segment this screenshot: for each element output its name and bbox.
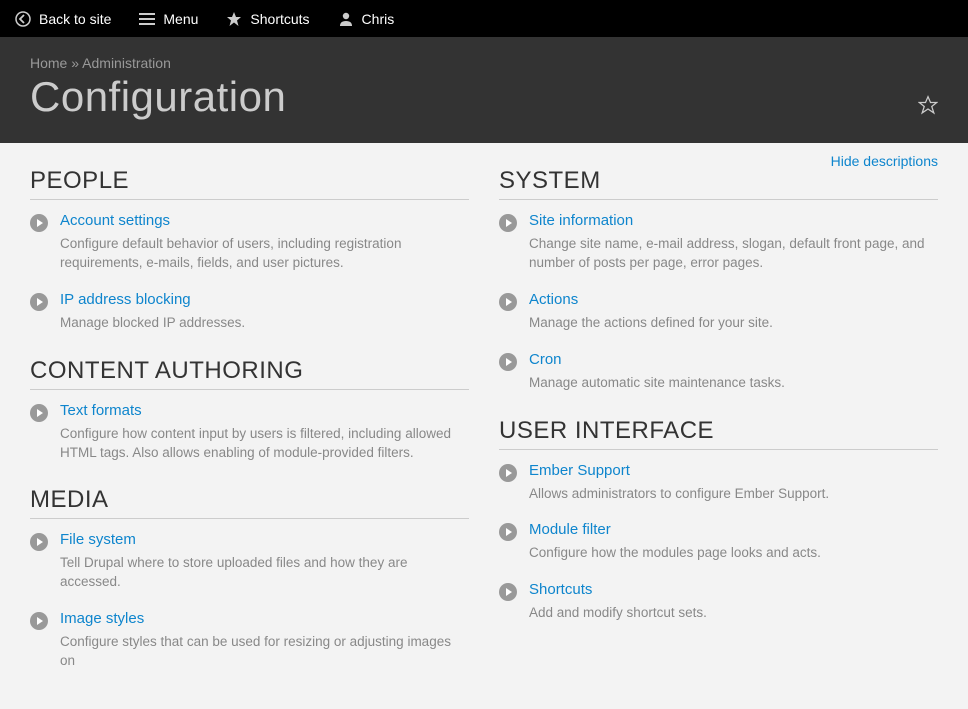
config-description: Configure how content input by users is … bbox=[60, 425, 469, 463]
play-bullet-icon bbox=[499, 464, 517, 482]
config-item-body: Site information Change site name, e-mail… bbox=[529, 212, 938, 273]
config-description: Configure how the modules page looks and… bbox=[529, 544, 938, 563]
config-item: Account settings Configure default behavi… bbox=[30, 212, 469, 273]
config-item: Ember Support Allows administrators to co… bbox=[499, 462, 938, 504]
config-item: Site information Change site name, e-mail… bbox=[499, 212, 938, 273]
config-description: Change site name, e-mail address, slogan… bbox=[529, 235, 938, 273]
back-to-site-label: Back to site bbox=[39, 11, 111, 27]
config-item-body: Account settings Configure default behavi… bbox=[60, 212, 469, 273]
hide-descriptions-link[interactable]: Hide descriptions bbox=[831, 153, 938, 169]
config-item-body: Shortcuts Add and modify shortcut sets. bbox=[529, 581, 938, 623]
config-link[interactable]: Image styles bbox=[60, 610, 469, 627]
breadcrumb-sep: » bbox=[67, 55, 82, 71]
config-item-body: IP address blocking Manage blocked IP add… bbox=[60, 291, 469, 333]
config-description: Allows administrators to configure Ember… bbox=[529, 485, 938, 504]
section-title: CONTENT AUTHORING bbox=[30, 357, 469, 390]
page-header: Home » Administration Configuration bbox=[0, 37, 968, 143]
play-bullet-icon bbox=[499, 293, 517, 311]
config-description: Configure default behavior of users, inc… bbox=[60, 235, 469, 273]
play-bullet-icon bbox=[499, 214, 517, 232]
play-bullet-icon bbox=[30, 612, 48, 630]
config-description: Configure styles that can be used for re… bbox=[60, 633, 469, 671]
config-description: Add and modify shortcut sets. bbox=[529, 604, 938, 623]
config-item: Cron Manage automatic site maintenance ta… bbox=[499, 351, 938, 393]
config-item: Actions Manage the actions defined for yo… bbox=[499, 291, 938, 333]
user-icon bbox=[338, 11, 354, 27]
play-bullet-icon bbox=[499, 583, 517, 601]
star-outline-icon bbox=[918, 95, 938, 115]
hamburger-icon bbox=[139, 12, 155, 26]
play-bullet-icon bbox=[499, 523, 517, 541]
play-bullet-icon bbox=[30, 293, 48, 311]
admin-toolbar: Back to site Menu Shortcuts Chris bbox=[0, 0, 968, 37]
config-item-body: Image styles Configure styles that can be… bbox=[60, 610, 469, 671]
config-link[interactable]: Site information bbox=[529, 212, 938, 229]
config-item: File system Tell Drupal where to store up… bbox=[30, 531, 469, 592]
config-item: Image styles Configure styles that can be… bbox=[30, 610, 469, 671]
star-icon bbox=[226, 11, 242, 27]
config-link[interactable]: Text formats bbox=[60, 402, 469, 419]
play-bullet-icon bbox=[499, 353, 517, 371]
config-link[interactable]: Cron bbox=[529, 351, 938, 368]
config-item: IP address blocking Manage blocked IP add… bbox=[30, 291, 469, 333]
config-item: Text formats Configure how content input … bbox=[30, 402, 469, 463]
config-description: Manage blocked IP addresses. bbox=[60, 314, 469, 333]
arrow-left-icon bbox=[15, 11, 31, 27]
config-item-body: File system Tell Drupal where to store up… bbox=[60, 531, 469, 592]
config-description: Manage automatic site maintenance tasks. bbox=[529, 374, 938, 393]
play-bullet-icon bbox=[30, 404, 48, 422]
config-columns: PEOPLE Account settings Configure default … bbox=[30, 161, 938, 689]
content-area: Hide descriptions PEOPLE Account settings… bbox=[0, 143, 968, 709]
config-link[interactable]: Account settings bbox=[60, 212, 469, 229]
config-link[interactable]: Shortcuts bbox=[529, 581, 938, 598]
config-link[interactable]: Actions bbox=[529, 291, 938, 308]
config-description: Tell Drupal where to store uploaded file… bbox=[60, 554, 469, 592]
section-title: PEOPLE bbox=[30, 167, 469, 200]
config-item: Module filter Configure how the modules p… bbox=[499, 521, 938, 563]
user-button[interactable]: Chris bbox=[338, 11, 395, 27]
user-label: Chris bbox=[362, 11, 395, 27]
breadcrumb-home[interactable]: Home bbox=[30, 55, 67, 71]
config-item-body: Cron Manage automatic site maintenance ta… bbox=[529, 351, 938, 393]
config-link[interactable]: Ember Support bbox=[529, 462, 938, 479]
back-to-site-button[interactable]: Back to site bbox=[15, 11, 111, 27]
section-title: MEDIA bbox=[30, 486, 469, 519]
config-item: Shortcuts Add and modify shortcut sets. bbox=[499, 581, 938, 623]
config-item-body: Text formats Configure how content input … bbox=[60, 402, 469, 463]
left-column: PEOPLE Account settings Configure default … bbox=[30, 161, 469, 689]
shortcuts-label: Shortcuts bbox=[250, 11, 309, 27]
section-title: USER INTERFACE bbox=[499, 417, 938, 450]
config-item-body: Ember Support Allows administrators to co… bbox=[529, 462, 938, 504]
breadcrumb: Home » Administration bbox=[30, 55, 938, 71]
config-link[interactable]: IP address blocking bbox=[60, 291, 469, 308]
right-column: SYSTEM Site information Change site name, … bbox=[499, 161, 938, 689]
play-bullet-icon bbox=[30, 214, 48, 232]
config-item-body: Actions Manage the actions defined for yo… bbox=[529, 291, 938, 333]
favorite-star-button[interactable] bbox=[918, 95, 938, 120]
section-title: SYSTEM bbox=[499, 167, 938, 200]
menu-button[interactable]: Menu bbox=[139, 11, 198, 27]
shortcuts-button[interactable]: Shortcuts bbox=[226, 11, 309, 27]
breadcrumb-admin[interactable]: Administration bbox=[82, 55, 171, 71]
config-link[interactable]: Module filter bbox=[529, 521, 938, 538]
config-link[interactable]: File system bbox=[60, 531, 469, 548]
config-description: Manage the actions defined for your site… bbox=[529, 314, 938, 333]
config-item-body: Module filter Configure how the modules p… bbox=[529, 521, 938, 563]
play-bullet-icon bbox=[30, 533, 48, 551]
menu-label: Menu bbox=[163, 11, 198, 27]
page-title: Configuration bbox=[30, 73, 938, 121]
